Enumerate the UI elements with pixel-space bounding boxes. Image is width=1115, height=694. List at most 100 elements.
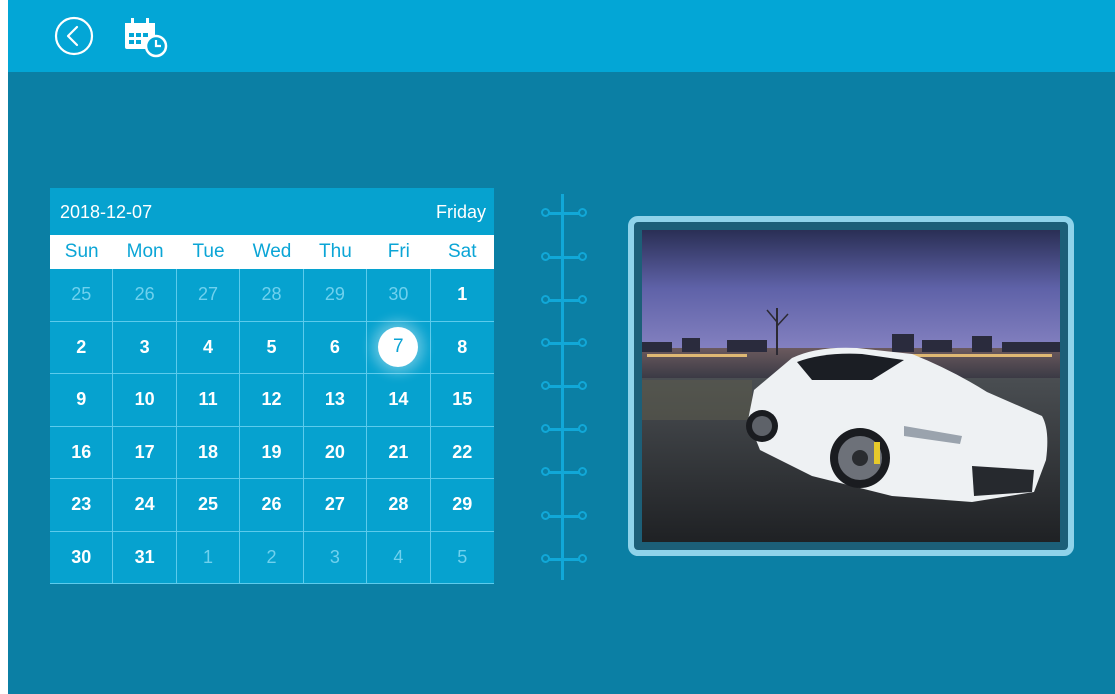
day-number: 2 — [76, 336, 87, 357]
calendar-header: 2018-12-07 Friday — [50, 188, 494, 235]
day-number: 8 — [457, 336, 468, 357]
binding-ring — [538, 423, 590, 435]
car-photo — [642, 230, 1060, 542]
day-number: 21 — [388, 441, 409, 462]
photo-frame[interactable] — [628, 216, 1074, 556]
day-cell[interactable]: 25 — [176, 479, 241, 532]
day-cell[interactable]: 13 — [303, 374, 368, 427]
day-number: 30 — [71, 546, 92, 567]
day-cell[interactable]: 30 — [367, 269, 431, 322]
day-cell[interactable]: 27 — [176, 269, 241, 322]
day-number: 26 — [261, 494, 282, 515]
day-number: 5 — [266, 336, 277, 357]
day-number: 31 — [134, 546, 155, 567]
binding-ring — [538, 553, 590, 565]
day-cell[interactable]: 26 — [240, 479, 304, 532]
day-cell-selected[interactable]: 7 — [367, 321, 431, 374]
day-cell[interactable]: 20 — [303, 426, 368, 479]
day-cell[interactable]: 12 — [240, 374, 304, 427]
day-number: 20 — [324, 441, 345, 462]
day-number: 6 — [329, 336, 340, 357]
dow-wed: Wed — [252, 241, 292, 262]
day-number: 17 — [134, 441, 155, 462]
spiral-binding — [538, 194, 590, 580]
current-date: 2018-12-07 — [60, 202, 153, 222]
calendar-grid: 25 26 27 28 29 30 1 2 3 4 5 6 7 8 9 10 1… — [50, 269, 494, 584]
day-cell[interactable]: 4 — [367, 531, 431, 584]
day-cell[interactable]: 1 — [430, 269, 494, 322]
day-number: 5 — [457, 546, 468, 567]
day-number: 26 — [134, 284, 155, 305]
day-cell[interactable]: 2 — [50, 321, 114, 374]
day-number: 25 — [198, 494, 219, 515]
day-cell[interactable]: 16 — [50, 426, 114, 479]
selected-day-number: 7 — [378, 327, 419, 368]
day-cell[interactable]: 1 — [176, 531, 241, 584]
day-number: 28 — [388, 494, 409, 515]
day-number: 25 — [71, 284, 92, 305]
days-of-week-row: Sun Mon Tue Wed Thu Fri Sat — [50, 235, 494, 269]
day-number: 16 — [71, 441, 92, 462]
day-cell[interactable]: 28 — [367, 479, 431, 532]
binding-ring — [538, 337, 590, 349]
day-number: 4 — [393, 546, 404, 567]
dow-sat: Sat — [447, 241, 477, 262]
day-cell[interactable]: 19 — [240, 426, 304, 479]
day-cell[interactable]: 30 — [50, 531, 114, 584]
day-cell[interactable]: 31 — [113, 531, 177, 584]
back-arrow-circle-icon — [54, 16, 94, 56]
day-cell[interactable]: 9 — [50, 374, 114, 427]
car-photo-illustration — [642, 230, 1060, 542]
calendar-button[interactable] — [123, 16, 169, 58]
binding-ring — [538, 466, 590, 478]
day-number: 9 — [76, 389, 87, 410]
back-button[interactable] — [53, 15, 95, 57]
binding-ring — [538, 294, 590, 306]
day-cell[interactable]: 28 — [240, 269, 304, 322]
day-cell[interactable]: 24 — [113, 479, 177, 532]
day-cell[interactable]: 6 — [303, 321, 368, 374]
day-number: 14 — [388, 389, 409, 410]
day-cell[interactable]: 25 — [50, 269, 114, 322]
day-cell[interactable]: 22 — [430, 427, 494, 479]
day-number: 24 — [134, 494, 155, 515]
day-cell[interactable]: 29 — [303, 269, 368, 322]
day-number: 27 — [324, 494, 345, 515]
day-cell[interactable]: 8 — [430, 322, 494, 374]
dow-thu: Thu — [319, 241, 352, 262]
day-cell[interactable]: 5 — [430, 532, 494, 584]
screen: 2018-12-07 Friday Sun Mon Tue Wed Thu Fr… — [8, 0, 1115, 694]
day-cell[interactable]: 15 — [430, 374, 494, 427]
day-cell[interactable]: 29 — [430, 479, 494, 532]
day-cell[interactable]: 23 — [50, 479, 114, 532]
day-number: 3 — [139, 336, 150, 357]
dow-fri: Fri — [387, 241, 410, 262]
calendar-widget: 2018-12-07 Friday Sun Mon Tue Wed Thu Fr… — [50, 188, 494, 584]
day-cell[interactable]: 26 — [113, 269, 177, 322]
day-cell[interactable]: 3 — [113, 321, 177, 374]
day-number: 1 — [457, 284, 468, 305]
day-cell[interactable]: 3 — [303, 531, 368, 584]
day-number: 1 — [203, 546, 214, 567]
day-number: 27 — [198, 284, 219, 305]
day-cell[interactable]: 27 — [303, 479, 368, 532]
day-cell[interactable]: 2 — [240, 531, 304, 584]
day-cell[interactable]: 21 — [367, 426, 431, 479]
day-number: 13 — [324, 389, 345, 410]
day-number: 29 — [324, 284, 345, 305]
binding-ring — [538, 380, 590, 392]
day-cell[interactable]: 17 — [113, 426, 177, 479]
binding-ring — [538, 251, 590, 263]
binding-ring — [538, 510, 590, 522]
day-cell[interactable]: 11 — [176, 374, 241, 427]
dow-mon: Mon — [126, 241, 164, 262]
day-cell[interactable]: 14 — [367, 374, 431, 427]
dow-sun: Sun — [64, 241, 99, 262]
day-cell[interactable]: 4 — [176, 321, 241, 374]
day-cell[interactable]: 18 — [176, 426, 241, 479]
day-number: 12 — [261, 389, 282, 410]
day-number: 28 — [261, 284, 282, 305]
day-number: 18 — [198, 441, 219, 462]
day-cell[interactable]: 5 — [240, 321, 304, 374]
day-cell[interactable]: 10 — [113, 374, 177, 427]
